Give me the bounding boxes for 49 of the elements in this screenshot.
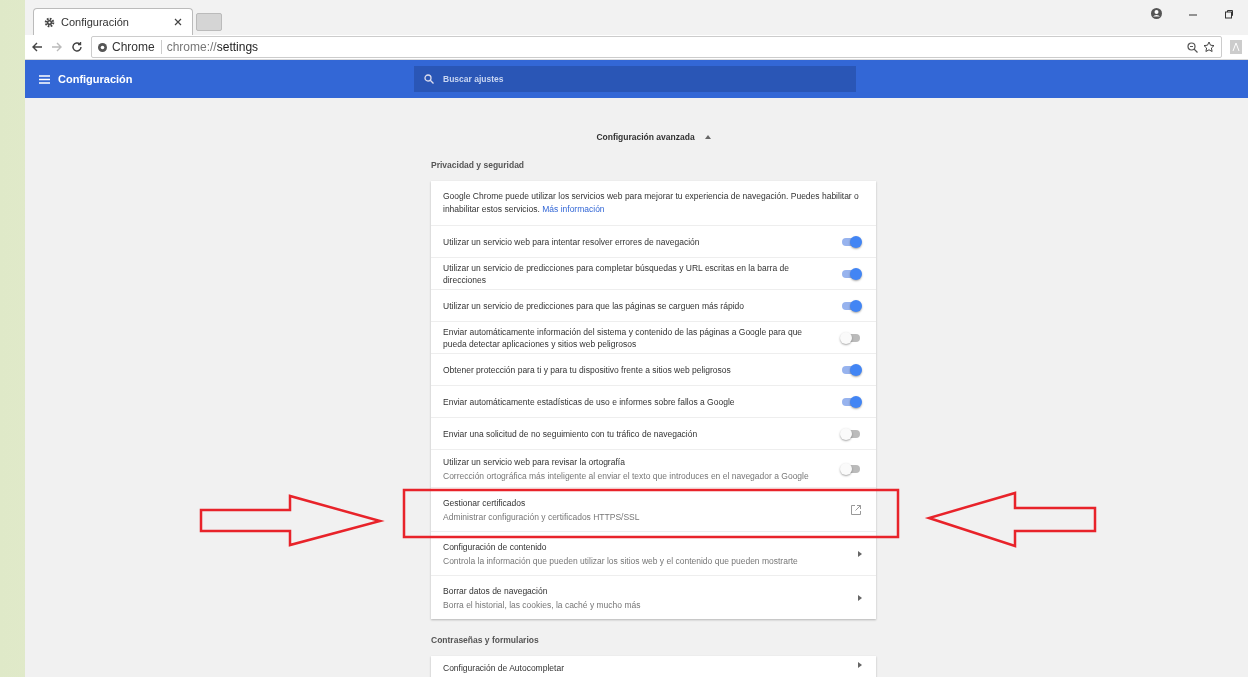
external-link-icon[interactable] bbox=[850, 503, 862, 516]
toggle-switch[interactable] bbox=[840, 362, 862, 377]
caret-icon[interactable] bbox=[704, 135, 711, 139]
toggle-switch[interactable] bbox=[840, 461, 862, 476]
more-info-link[interactable]: Más información bbox=[542, 204, 605, 214]
setting-label[interactable]: Configuración de Autocompletar bbox=[443, 662, 846, 674]
setting-label: Utilizar un servicio web para intentar resolver errores de navegación bbox=[443, 235, 701, 248]
menu-icon[interactable] bbox=[39, 74, 50, 84]
toggle-switch[interactable] bbox=[840, 394, 862, 409]
toggle-switch[interactable] bbox=[840, 298, 862, 313]
zoom-out-icon[interactable] bbox=[1187, 41, 1198, 53]
setting-label: Obtener protección para ti y para tu dispositivo frente a sitios web peligrosos bbox=[443, 363, 732, 376]
chrome-logo-icon bbox=[98, 42, 107, 52]
star-icon[interactable] bbox=[1203, 41, 1215, 53]
search-icon bbox=[424, 74, 434, 84]
browser-tab[interactable]: Configuración bbox=[33, 8, 193, 35]
setting-label: Utilizar un servicio web para revisar la ortografía bbox=[443, 455, 626, 468]
toggle-switch[interactable] bbox=[840, 234, 862, 249]
section-title: Privacidad y seguridad bbox=[431, 160, 526, 172]
back-arrow-icon[interactable] bbox=[31, 41, 43, 53]
setting-description: Controla la información que pueden utilizar los sitios web y el contenido que pueden mostrarte bbox=[443, 555, 799, 567]
reload-icon[interactable] bbox=[71, 41, 83, 53]
setting-label[interactable]: Configuración de contenido bbox=[443, 540, 846, 553]
setting-label: Enviar automáticamente información del sistema y contenido de las páginas a Google para que pueda detectar aplicaciones y sitios web peligrosos bbox=[443, 325, 804, 350]
caret-right-icon[interactable] bbox=[858, 550, 862, 557]
setting-description: Borra el historial, las cookies, la caché y mucho más bbox=[443, 599, 642, 611]
setting-description: Corrección ortográfica más inteligente al enviar el texto que introduces en el navegador a Google bbox=[443, 470, 810, 482]
search-field[interactable]: Buscar ajustes bbox=[414, 66, 856, 92]
address-bar[interactable]: Chrome chrome://settings bbox=[91, 36, 1222, 58]
section-title: Contraseñas y formularios bbox=[431, 635, 540, 647]
advanced-settings-toggle[interactable]: Configuración avanzada bbox=[596, 132, 695, 142]
toggle-switch[interactable] bbox=[840, 426, 862, 441]
setting-label[interactable]: Borrar datos de navegación bbox=[443, 584, 846, 597]
setting-label: Utilizar un servicio de predicciones para que las páginas se carguen más rápido bbox=[443, 299, 745, 312]
close-icon[interactable] bbox=[174, 18, 182, 26]
gear-icon bbox=[44, 16, 55, 28]
restore-icon[interactable] bbox=[1224, 8, 1234, 19]
page-title: Configuración bbox=[58, 73, 134, 85]
caret-right-icon[interactable] bbox=[858, 594, 862, 601]
setting-label[interactable]: Gestionar certificados bbox=[443, 496, 838, 509]
setting-label: Enviar una solicitud de no seguimiento con tu tráfico de navegación bbox=[443, 427, 699, 440]
toggle-switch[interactable] bbox=[840, 330, 862, 345]
setting-label: Enviar automáticamente estadísticas de uso e informes sobre fallos a Google bbox=[443, 395, 736, 408]
caret-right-icon[interactable] bbox=[858, 662, 862, 668]
setting-description: Administrar configuración y certificados HTTPS/SSL bbox=[443, 511, 641, 523]
privacy-description: Google Chrome puede utilizar los servicios web para mejorar tu experiencia de navegación. Puedes habilitar o inhabilitar estos servicios. Más información bbox=[443, 190, 860, 216]
setting-label: Utilizar un servicio de predicciones para completar búsquedas y URL escritas en la barra de direcciones bbox=[443, 261, 790, 286]
profile-icon[interactable] bbox=[1151, 8, 1162, 19]
toggle-switch[interactable] bbox=[840, 266, 862, 281]
